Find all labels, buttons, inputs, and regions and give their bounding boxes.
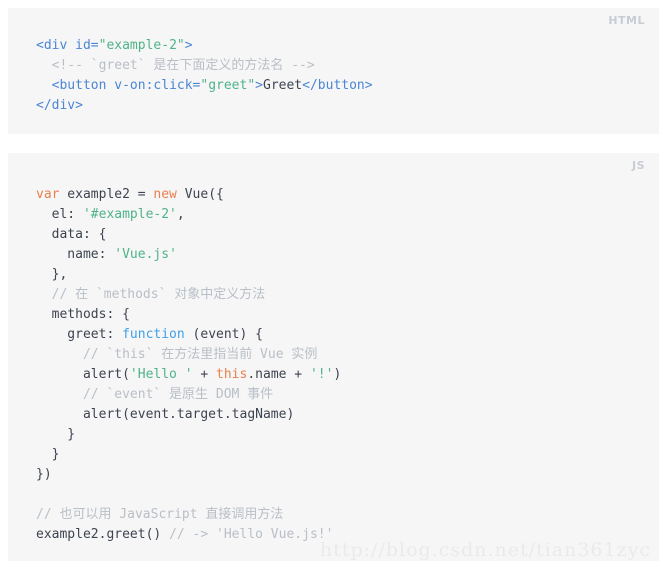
watermark-url: http://blog.csdn.net/tian361zyc (319, 539, 651, 561)
code-token-comment: // -> 'Hello Vue.js!' (169, 527, 334, 542)
code-token-plain: el: (36, 207, 83, 222)
code-line: <button v-on:click="greet">Greet</button… (36, 76, 373, 96)
code-token-string: "example-2" (98, 38, 185, 53)
code-line: name: 'Vue.js' (36, 245, 341, 265)
code-line: }, (36, 265, 341, 285)
code-line: // `event` 是原生 DOM 事件 (36, 385, 341, 405)
code-token-plain: .name + (247, 367, 310, 382)
code-line: ​ (36, 485, 341, 505)
page-root: HTML <div id="example-2"> <!-- `greet` 是… (0, 0, 667, 567)
code-block-js[interactable]: JS var example2 = new Vue({ el: '#exampl… (8, 153, 659, 561)
code-line: alert('Hello ' + this.name + '!') (36, 365, 341, 385)
code-line: // 也可以用 JavaScript 直接调用方法 (36, 505, 341, 525)
code-line: el: '#example-2', (36, 205, 341, 225)
code-line: // 在 `methods` 对象中定义方法 (36, 285, 341, 305)
code-content-html[interactable]: <div id="example-2"> <!-- `greet` 是在下面定义… (36, 36, 373, 116)
code-line: </div> (36, 96, 373, 116)
code-token-text: Greet (263, 78, 303, 93)
code-token-plain: } (36, 447, 60, 462)
code-line: <div id="example-2"> (36, 36, 373, 56)
code-token-tag: </button> (302, 78, 373, 93)
code-line: } (36, 425, 341, 445)
code-line: }) (36, 465, 341, 485)
code-token-keyword: this (216, 367, 248, 382)
code-token-plain: methods: { (36, 307, 130, 322)
code-token-plain: name: (36, 247, 115, 262)
code-line: } (36, 445, 341, 465)
code-token-tag: <div (36, 38, 76, 53)
code-line: var example2 = new Vue({ (36, 185, 341, 205)
code-token-plain: ) (333, 367, 342, 382)
code-line: example2.greet() // -> 'Hello Vue.js!' (36, 525, 341, 545)
language-label-js: JS (631, 159, 645, 172)
code-line: // `this` 在方法里指当前 Vue 实例 (36, 345, 341, 365)
code-token-plain: } (36, 427, 76, 442)
code-token-string: "greet" (200, 78, 256, 93)
code-token-string: 'Hello ' (129, 367, 193, 382)
code-token-plain: , (176, 207, 185, 222)
code-line: data: { (36, 225, 341, 245)
code-token-plain: (event) { (184, 327, 263, 342)
code-content-js[interactable]: var example2 = new Vue({ el: '#example-2… (36, 185, 341, 545)
code-token-tag: </div> (36, 98, 83, 113)
code-token-attr: v-on:click= (114, 78, 201, 93)
code-token-keyword: var (36, 187, 60, 202)
code-token-plain: example2.greet() (36, 527, 170, 542)
code-token-keyword: new (153, 187, 177, 202)
code-token-plain: Vue({ (176, 187, 224, 202)
code-token-plain: }, (36, 267, 68, 282)
code-token-plain: }) (36, 467, 52, 482)
code-token-comment: // 也可以用 JavaScript 直接调用方法 (36, 507, 284, 522)
code-token-plain: example2 = (59, 187, 154, 202)
code-line: greet: function (event) { (36, 325, 341, 345)
code-line: alert(event.target.tagName) (36, 405, 341, 425)
code-token-string: '!' (309, 367, 334, 382)
code-token-plain: alert( (36, 367, 130, 382)
code-token-plain: data: { (36, 227, 107, 242)
code-token-string: '#example-2' (82, 207, 177, 222)
code-line: <!-- `greet` 是在下面定义的方法名 --> (36, 56, 373, 76)
code-token-comment: <!-- `greet` 是在下面定义的方法名 --> (36, 58, 315, 73)
code-line: methods: { (36, 305, 341, 325)
code-token-comment: // 在 `methods` 对象中定义方法 (36, 287, 266, 302)
code-token-tag: > (184, 38, 193, 53)
code-token-plain: + (192, 367, 217, 382)
code-token-plain: greet: (36, 327, 123, 342)
code-token-plain: alert(event.target.tagName) (36, 407, 295, 422)
code-token-fn: function (122, 327, 185, 342)
code-token-string: 'Vue.js' (114, 247, 177, 262)
code-token-comment: // `this` 在方法里指当前 Vue 实例 (36, 347, 318, 362)
code-token-tag: > (255, 78, 263, 93)
code-block-html[interactable]: HTML <div id="example-2"> <!-- `greet` 是… (8, 8, 659, 134)
code-token-tag: <button (36, 78, 115, 93)
code-token-attr: id= (75, 38, 99, 53)
code-token-comment: // `event` 是原生 DOM 事件 (36, 387, 274, 402)
language-label-html: HTML (608, 14, 645, 27)
